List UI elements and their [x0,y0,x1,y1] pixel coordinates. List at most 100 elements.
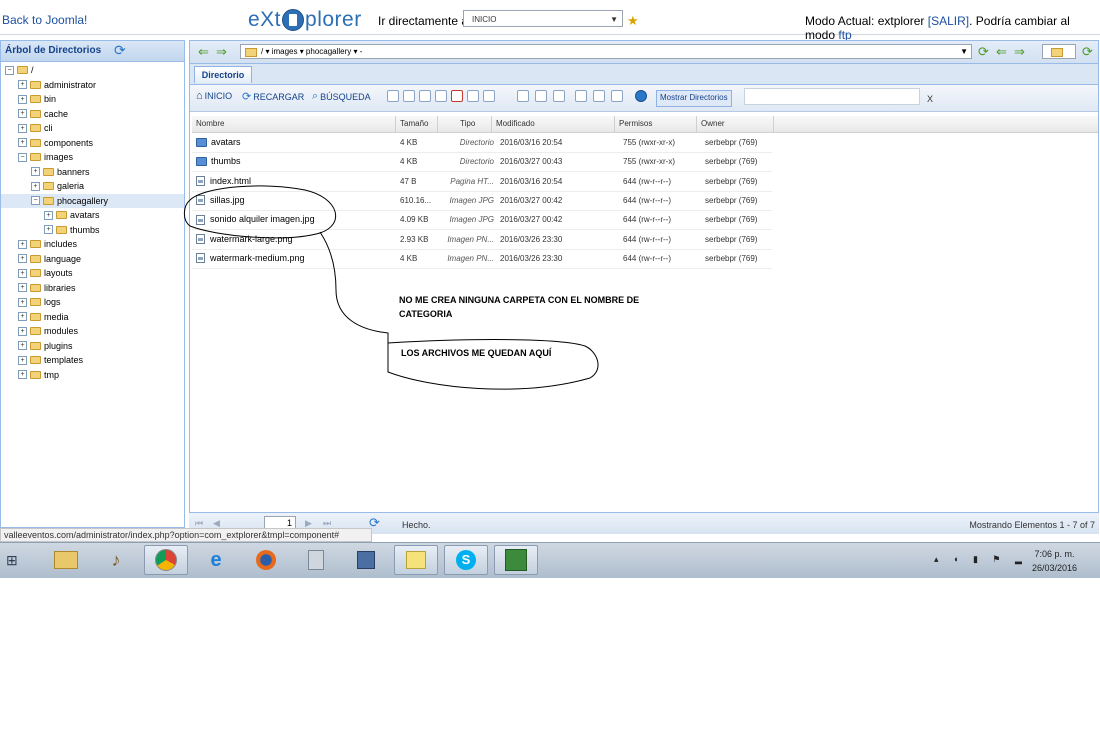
tree-item-layouts[interactable]: + layouts [18,266,73,280]
file-explorer-taskbar-icon[interactable] [44,545,88,575]
col-header-permissions[interactable]: Permisos [615,116,697,132]
edit-icon[interactable] [387,90,399,102]
expand-icon[interactable]: + [18,123,27,133]
view-icon[interactable] [483,90,495,102]
expand-icon[interactable]: + [18,254,27,263]
collapse-icon[interactable]: − [31,196,40,205]
home-button[interactable]: ⌂ INICIO [196,90,232,102]
chrome-taskbar-icon[interactable] [144,545,188,575]
app-taskbar-icon[interactable] [494,545,538,575]
search-button[interactable]: ⌕ BÚSQUEDA [312,90,371,103]
system-tray-icons[interactable]: ▴ ◖ ▮ ⚑ ▂ [934,554,1028,565]
skype-taskbar-icon[interactable]: S [444,545,488,575]
tree-item-cli[interactable]: + cli [18,121,53,135]
clear-filter-button[interactable]: X [927,94,933,104]
upload-icon[interactable] [575,90,587,102]
new-file-icon[interactable] [593,90,605,102]
tab-directory[interactable]: Directorio [194,66,252,83]
back-arrow-icon[interactable]: ⇐ [198,44,209,60]
file-row[interactable]: sillas.jpg 610.16... Imagen JPG 2016/03/27 … [192,191,772,211]
expand-icon[interactable]: + [18,239,27,249]
download-icon[interactable] [553,90,565,102]
forward-arrow-icon[interactable]: ⇒ [1014,44,1025,60]
tree-item-libraries[interactable]: + libraries [18,281,76,295]
tree-item-administrator[interactable]: + administrator [18,78,96,92]
sticky-notes-taskbar-icon[interactable] [394,545,438,575]
refresh-icon[interactable]: ⟳ [114,42,126,59]
archive-icon[interactable] [517,90,529,102]
back-arrow-icon[interactable]: ⇐ [996,44,1007,60]
expand-icon[interactable]: + [18,94,27,104]
firefox-taskbar-icon[interactable] [244,545,288,575]
tree-item-tmp[interactable]: + tmp [18,368,59,382]
file-row[interactable]: avatars 4 KB Directorio 2016/03/16 20:54 755… [192,133,772,153]
expand-icon[interactable]: + [18,138,27,147]
reload-path-icon[interactable]: ⟳ [978,44,989,60]
expand-icon[interactable]: + [44,210,53,220]
col-header-size[interactable]: Tamaño [396,116,438,132]
star-icon[interactable]: ★ [627,13,639,29]
back-to-joomla-link[interactable]: Back to Joomla! [2,13,87,27]
music-taskbar-icon[interactable]: ♪ [94,545,138,575]
extract-icon[interactable] [535,90,547,102]
col-header-modified[interactable]: Modificado [492,116,615,132]
expand-icon[interactable]: + [18,312,27,321]
expand-icon[interactable]: + [18,341,27,350]
file-row[interactable]: sonido alquiler imagen.jpg 4.09 KB Imagen … [192,210,772,231]
tree-item-thumbs[interactable]: + thumbs [44,223,100,237]
expand-icon[interactable]: + [31,167,40,176]
tree-item-[interactable]: − / [5,63,34,77]
col-header-type[interactable]: Tipo [438,116,492,132]
tree-item-avatars[interactable]: + avatars [44,208,100,222]
col-header-name[interactable]: Nombre [192,116,396,132]
tree-item-images[interactable]: − images [18,150,73,164]
tree-item-language[interactable]: + language [18,252,81,266]
expand-icon[interactable]: + [44,225,53,234]
copy-icon[interactable] [419,90,431,102]
expand-icon[interactable]: + [18,370,27,379]
start-button-icon[interactable]: ⊞ [6,552,18,569]
calculator-taskbar-icon[interactable] [294,545,338,575]
delete-icon[interactable] [451,90,463,102]
expand-icon[interactable]: + [18,109,27,118]
path-combo[interactable]: / ▾ images ▾ phocagallery ▾ - ▼ [240,44,972,59]
tree-item-cache[interactable]: + cache [18,107,68,121]
logout-link[interactable]: [SALIR] [928,14,969,28]
collapse-icon[interactable]: − [18,152,27,162]
file-row[interactable]: thumbs 4 KB Directorio 2016/03/27 00:43 755 … [192,152,772,173]
expand-icon[interactable]: + [18,355,27,365]
tree-item-plugins[interactable]: + plugins [18,339,73,353]
internet-explorer-taskbar-icon[interactable]: e [194,545,238,575]
reload-button[interactable]: ⟳ RECARGAR [242,90,304,103]
expand-icon[interactable]: + [18,326,27,336]
rename-icon[interactable] [403,90,415,102]
tree-item-includes[interactable]: + includes [18,237,77,251]
help-icon[interactable] [635,90,647,102]
tree-item-banners[interactable]: + banners [31,165,90,179]
col-header-owner[interactable]: Owner [697,116,774,132]
expand-icon[interactable]: + [18,268,27,278]
show-directories-button[interactable]: Mostrar Directorios [656,90,732,107]
chmod-icon[interactable] [467,90,479,102]
file-row[interactable]: watermark-medium.png 4 KB Imagen PN... 2016… [192,249,772,269]
tree-item-media[interactable]: + media [18,310,69,324]
expand-icon[interactable]: + [18,80,27,89]
expand-icon[interactable]: + [31,181,40,191]
expand-icon[interactable]: + [18,283,27,292]
file-row[interactable]: watermark-large.png 2.93 KB Imagen PN... 20… [192,230,772,250]
tree-item-components[interactable]: + components [18,136,93,150]
goto-select[interactable]: INICIO ▼ [463,10,623,27]
filter-input[interactable] [744,88,920,105]
file-row[interactable]: index.html 47 B Pagina HT... 2016/03/16 20:… [192,172,772,192]
admin-icon[interactable] [611,90,623,102]
bookmark-combo[interactable] [1042,44,1076,59]
tree-item-bin[interactable]: + bin [18,92,56,106]
tree-item-templates[interactable]: + templates [18,353,83,367]
tree-item-galeria[interactable]: + galeria [31,179,84,193]
tree-item-phocagallery[interactable]: − phocagallery [1,193,184,208]
forward-arrow-icon[interactable]: ⇒ [216,44,227,60]
tree-item-modules[interactable]: + modules [18,324,78,338]
taskbar-clock[interactable]: 7:06 p. m. 26/03/2016 [1032,547,1077,575]
tree-item-logs[interactable]: + logs [18,295,61,309]
collapse-icon[interactable]: − [5,65,14,75]
